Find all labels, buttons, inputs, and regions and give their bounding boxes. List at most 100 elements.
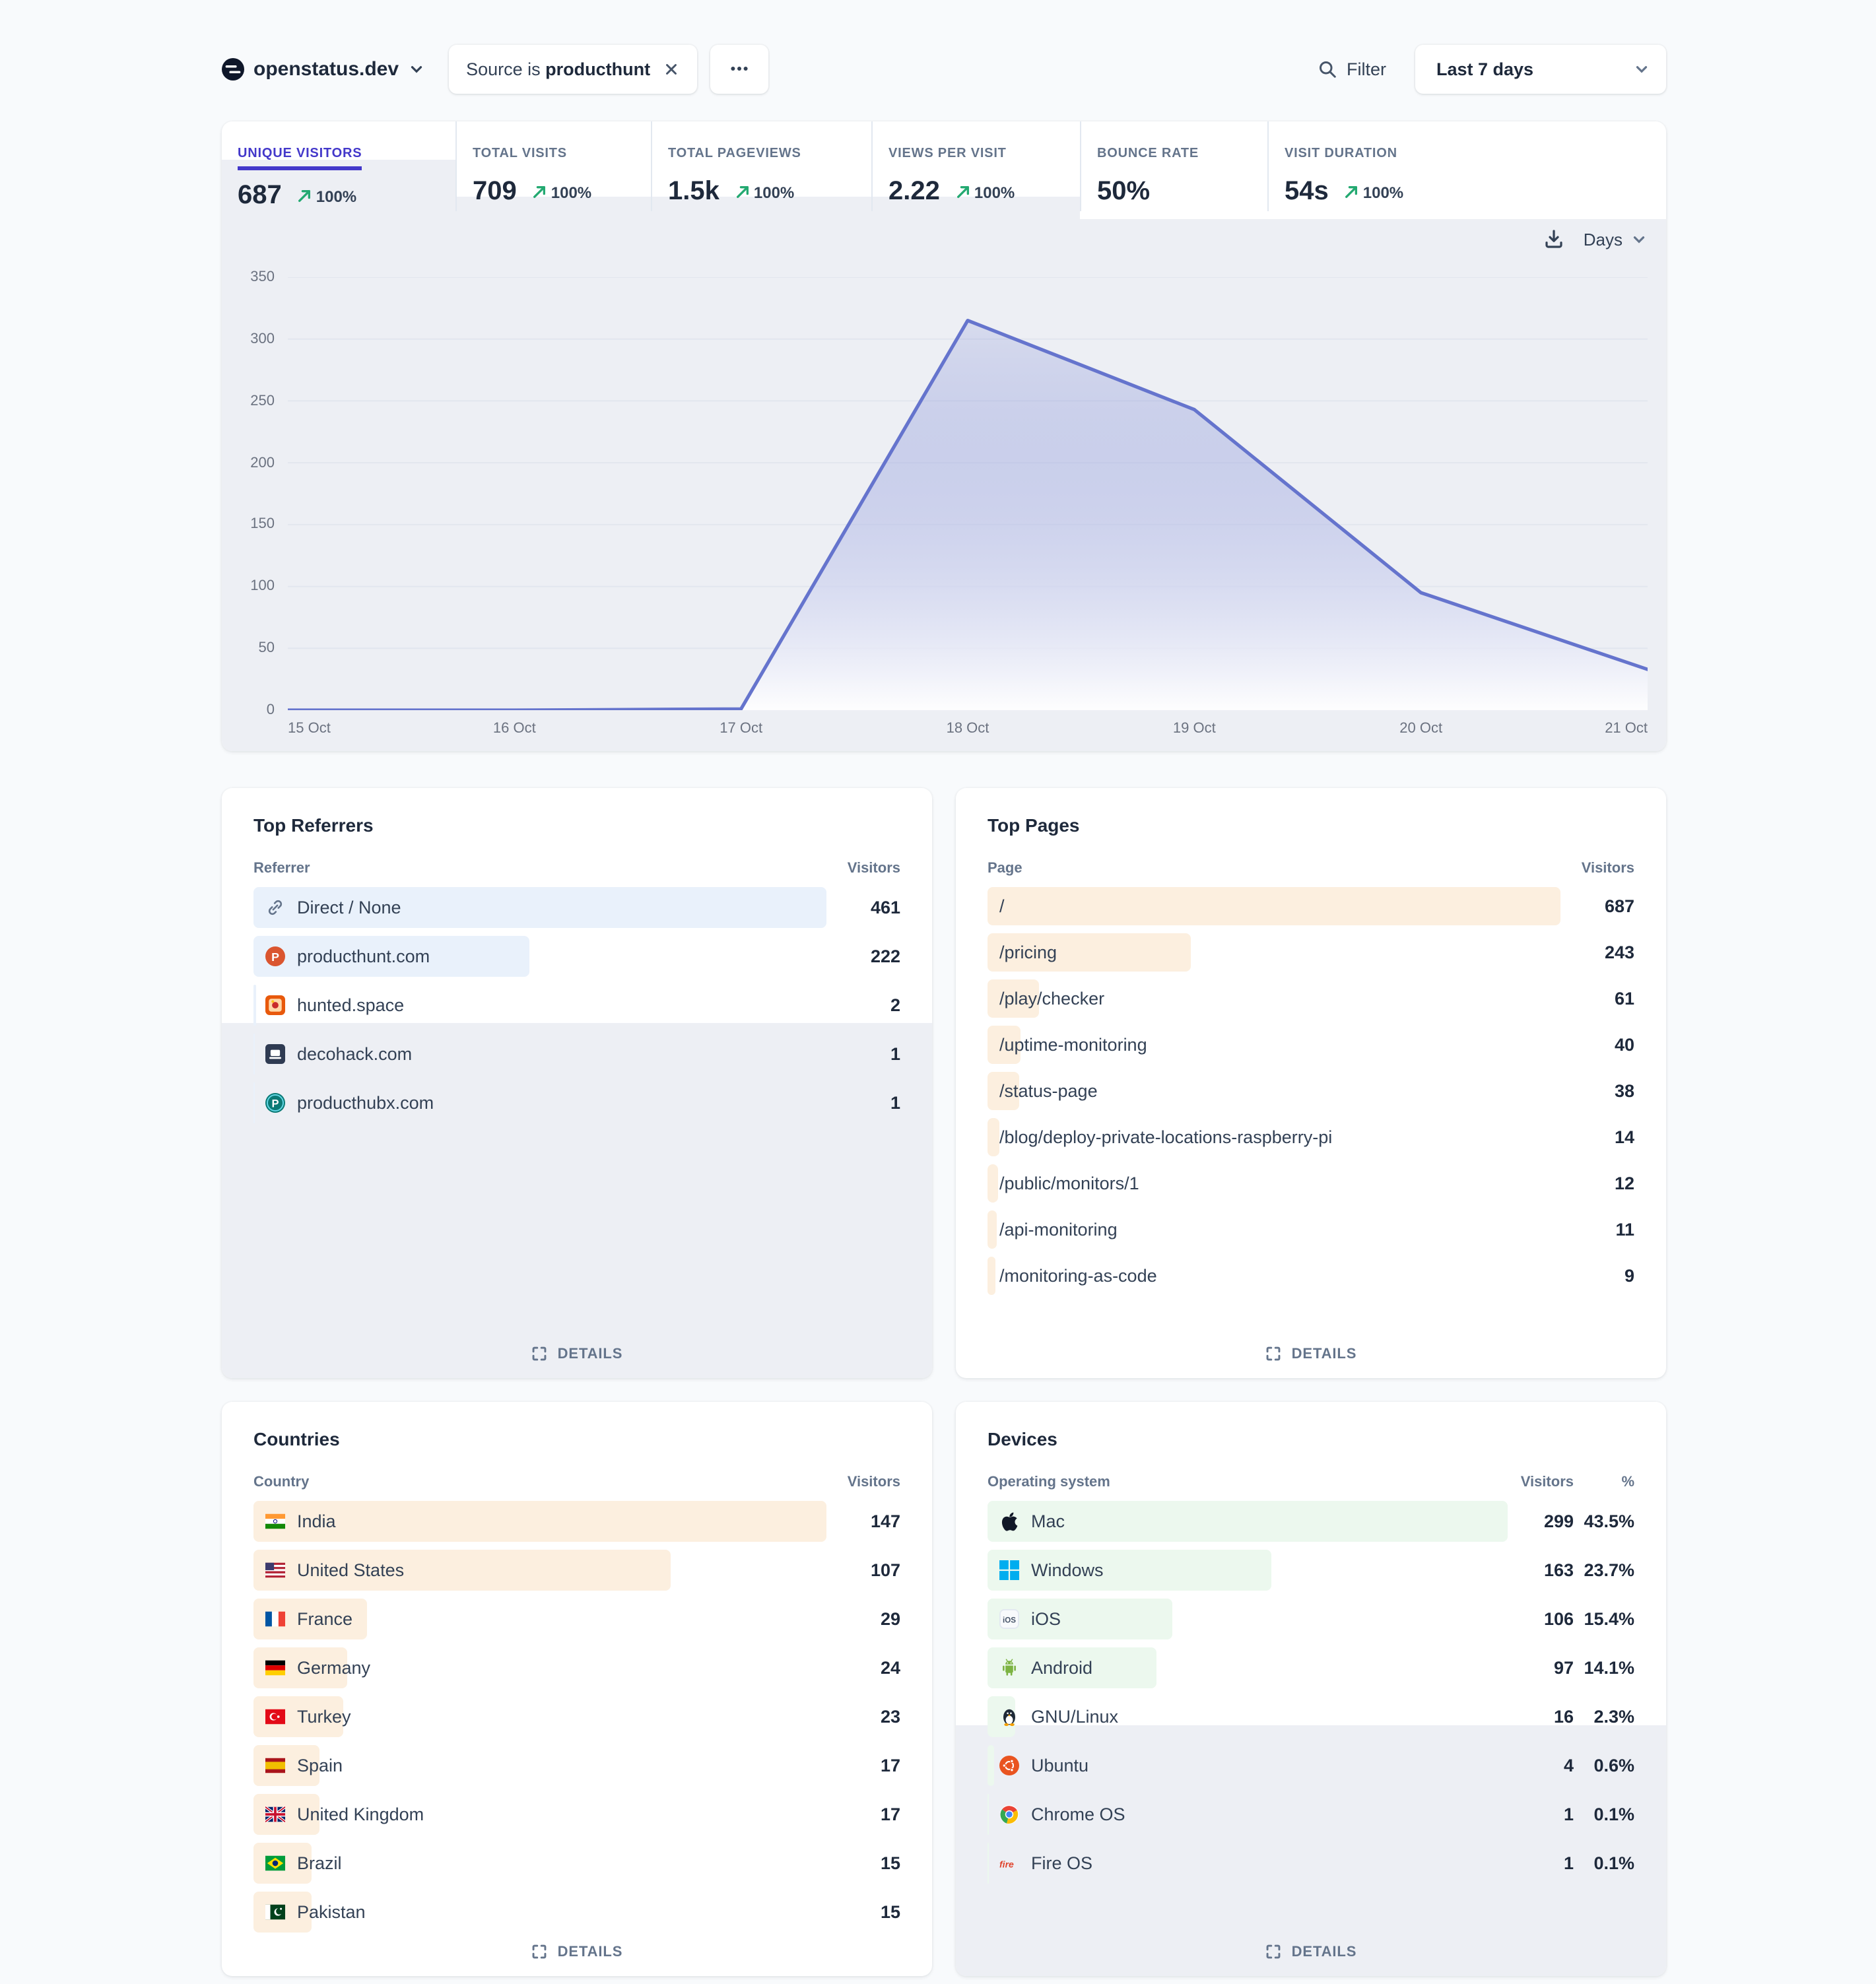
flag-pakistan — [265, 1902, 285, 1922]
visitors-line-chart[interactable] — [288, 277, 1648, 710]
details-button[interactable]: DETAILS — [222, 1943, 932, 1960]
country-row[interactable]: Turkey 23 — [253, 1696, 900, 1737]
country-row[interactable]: Germany 24 — [253, 1647, 900, 1688]
country-row[interactable]: France 29 — [253, 1599, 900, 1639]
page-row[interactable]: /pricing 243 — [988, 933, 1634, 972]
date-range-select[interactable]: Last 7 days — [1415, 44, 1666, 93]
countries-tabs — [861, 1440, 900, 1445]
referrer-row[interactable]: decohack.com 1 — [253, 1034, 900, 1075]
chevron-down-icon — [1630, 230, 1648, 248]
country-row[interactable]: United States 107 — [253, 1550, 900, 1591]
y-tick-label: 250 — [250, 393, 275, 409]
referrer-row[interactable]: P producthunt.com 222 — [253, 936, 900, 977]
page-row[interactable]: /monitoring-as-code 9 — [988, 1257, 1634, 1295]
link-icon — [265, 898, 285, 917]
x-tick-label: 19 Oct — [1173, 721, 1216, 737]
svg-text:iOS: iOS — [1003, 1616, 1016, 1624]
column-header: Visitors — [848, 1474, 900, 1490]
stat-label: VIEWS PER VISIT — [888, 147, 1007, 166]
filter-search-button[interactable]: Filter — [1318, 59, 1386, 79]
stat-value: 50% — [1097, 177, 1150, 207]
details-button[interactable]: DETAILS — [956, 1943, 1666, 1960]
decohack-icon — [265, 1044, 285, 1064]
stat-label: TOTAL VISITS — [473, 147, 567, 166]
stat-cell[interactable]: TOTAL VISITS 709 100% — [455, 121, 651, 211]
chevron-down-icon — [1633, 60, 1650, 77]
column-header: Operating system — [988, 1474, 1110, 1490]
panel-title: Countries — [253, 1428, 340, 1449]
value-bar — [988, 887, 1560, 925]
details-button[interactable]: DETAILS — [956, 1345, 1666, 1362]
flag-united-kingdom — [265, 1804, 285, 1824]
more-filters-button[interactable] — [710, 44, 768, 93]
os-row[interactable]: Mac 299 43.5% — [988, 1501, 1634, 1542]
date-range-value: Last 7 days — [1415, 59, 1633, 79]
x-tick-label: 16 Oct — [493, 721, 536, 737]
stat-label: VISIT DURATION — [1285, 147, 1397, 166]
flag-united-states — [265, 1560, 285, 1580]
page-row[interactable]: /status-page 38 — [988, 1072, 1634, 1110]
details-button[interactable]: DETAILS — [222, 1345, 932, 1362]
page-row[interactable]: /blog/deploy-private-locations-raspberry… — [988, 1118, 1634, 1156]
page-row[interactable]: / 687 — [988, 887, 1634, 925]
country-row[interactable]: Pakistan 15 — [253, 1892, 900, 1933]
chevron-down-icon — [408, 60, 425, 77]
producthubx-icon: P — [265, 1093, 285, 1113]
stat-value: 687 — [238, 181, 282, 211]
interval-select[interactable]: Days — [1584, 229, 1648, 249]
os-row[interactable]: GNU/Linux 16 2.3% — [988, 1696, 1634, 1737]
y-tick-label: 150 — [250, 517, 275, 533]
download-icon[interactable] — [1544, 228, 1565, 249]
page-row[interactable]: /uptime-monitoring 40 — [988, 1026, 1634, 1064]
country-row[interactable]: India 147 — [253, 1501, 900, 1542]
up-arrow-icon — [298, 189, 312, 203]
referrer-row[interactable]: Direct / None 461 — [253, 887, 900, 928]
os-row[interactable]: fire Fire OS 1 0.1% — [988, 1843, 1634, 1884]
stat-cell[interactable]: TOTAL PAGEVIEWS 1.5k 100% — [651, 121, 871, 211]
stat-cell[interactable]: VIEWS PER VISIT 2.22 100% — [871, 121, 1080, 211]
country-row[interactable]: Spain 17 — [253, 1745, 900, 1786]
close-icon[interactable] — [662, 60, 679, 77]
expand-icon — [1265, 1943, 1283, 1960]
visitors-chart-card: UNIQUE VISITORS 687 100% — [222, 121, 1666, 751]
stat-value: 2.22 — [888, 177, 940, 207]
up-arrow-icon — [956, 185, 970, 199]
site-switcher[interactable]: openstatus.dev — [222, 57, 425, 80]
referrer-row[interactable]: P producthubx.com 1 — [253, 1082, 900, 1123]
flag-india — [265, 1511, 285, 1531]
chart-tools: Days — [1544, 228, 1648, 249]
page-row[interactable]: /api-monitoring 11 — [988, 1210, 1634, 1249]
stat-cell[interactable]: BOUNCE RATE 50% — [1080, 121, 1267, 211]
page-row[interactable]: /play/checker 61 — [988, 979, 1634, 1018]
stat-delta: 100% — [735, 183, 794, 201]
column-header: Visitors — [1582, 861, 1634, 876]
country-row[interactable]: United Kingdom 17 — [253, 1794, 900, 1835]
x-tick-label: 21 Oct — [1605, 721, 1648, 737]
stat-cell[interactable]: UNIQUE VISITORS 687 100% — [222, 121, 455, 211]
dashboard: openstatus.dev Source is producthunt — [0, 0, 1876, 1984]
os-row[interactable]: iOS iOS 106 15.4% — [988, 1599, 1634, 1639]
stat-delta: 100% — [533, 183, 591, 201]
column-header: Visitors — [848, 861, 900, 876]
android-icon — [999, 1658, 1019, 1678]
panel-title: Devices — [988, 1428, 1057, 1449]
chrome-os-icon — [999, 1804, 1019, 1824]
stat-value: 1.5k — [668, 177, 720, 207]
page-row[interactable]: /public/monitors/1 12 — [988, 1164, 1634, 1203]
x-tick-label: 17 Oct — [720, 721, 762, 737]
referrer-row[interactable]: hunted.space 2 — [253, 985, 900, 1026]
ellipsis-icon — [728, 58, 749, 79]
up-arrow-icon — [735, 185, 750, 199]
os-row[interactable]: Windows 163 23.7% — [988, 1550, 1634, 1591]
y-tick-label: 200 — [250, 455, 275, 471]
country-row[interactable]: Brazil 15 — [253, 1843, 900, 1884]
os-row[interactable]: Android 97 14.1% — [988, 1647, 1634, 1688]
os-row[interactable]: Chrome OS 1 0.1% — [988, 1794, 1634, 1835]
svg-text:P: P — [271, 950, 279, 964]
up-arrow-icon — [533, 185, 547, 199]
value-bar — [988, 1501, 1508, 1542]
stat-cell[interactable]: VISIT DURATION 54s 100% — [1267, 121, 1500, 211]
x-tick-label: 15 Oct — [288, 721, 331, 737]
os-row[interactable]: Ubuntu 4 0.6% — [988, 1745, 1634, 1786]
filter-pill[interactable]: Source is producthunt — [449, 44, 696, 93]
